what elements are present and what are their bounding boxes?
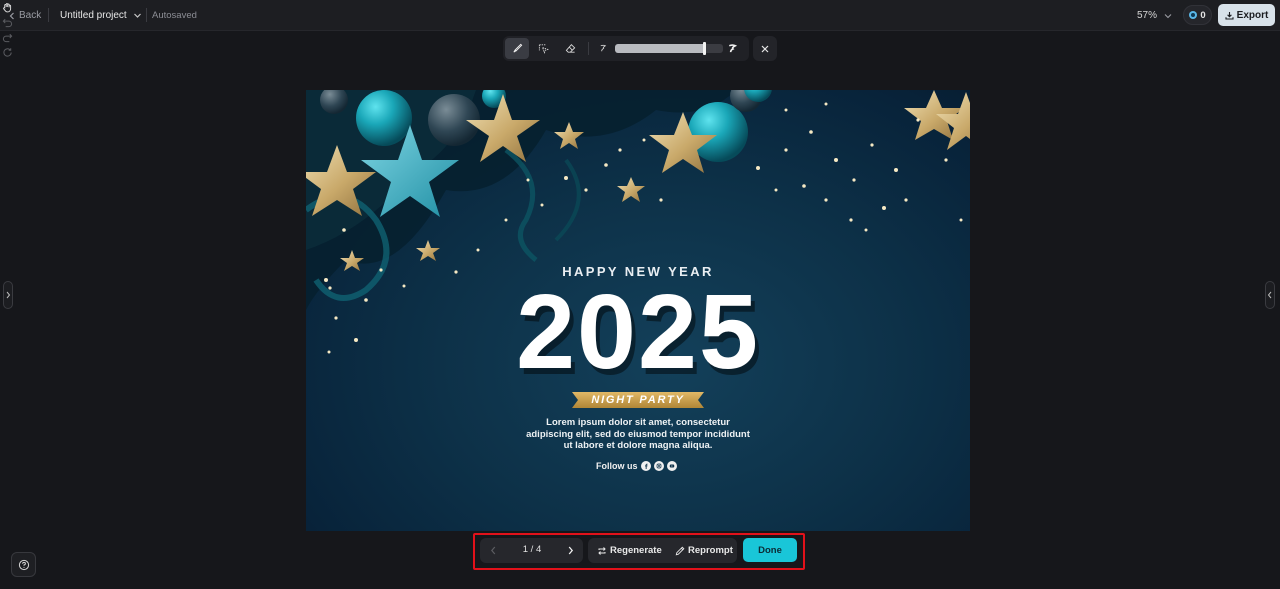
chevron-down-icon [133,13,141,18]
instagram-icon [653,461,664,471]
page-indicator: 1 / 4 [522,544,542,555]
body-line: Lorem ipsum dolor sit amet, consectetur [546,417,730,428]
refresh-icon [3,48,12,57]
brush-size-large-icon-wrap [720,38,744,59]
select-brush-icon [538,44,549,54]
divider [146,8,147,22]
divider [588,42,589,55]
brush-toolbar [503,36,749,61]
redo-icon [2,33,13,43]
canvas-image[interactable]: HAPPY NEW YEAR 2025 NIGHT PARTY Lorem ip… [306,90,970,531]
help-button[interactable] [11,552,36,577]
follow-us-row: Follow us [596,460,677,472]
top-bar: Back Untitled project Autosaved 57% 0 Ex… [0,0,1280,57]
pencil-icon [675,546,685,555]
next-variant-button[interactable] [564,544,577,557]
chevron-left-icon [9,12,14,19]
refresh-button[interactable] [0,45,15,60]
brush-icon [512,43,522,53]
save-status: Autosaved [152,10,197,21]
download-icon [1225,11,1234,20]
night-party-ribbon: NIGHT PARTY [572,392,704,408]
credits-count: 0 [1200,9,1206,21]
zoom-level: 57% [1137,10,1158,21]
export-button[interactable]: Export [1218,4,1275,26]
ribbon-label: NIGHT PARTY [591,394,685,406]
export-label: Export [1236,9,1269,21]
credit-coin-icon [1189,11,1198,19]
chevron-down-icon [1164,13,1172,18]
credits-badge[interactable]: 0 [1183,5,1212,25]
brush-tool-button[interactable] [505,38,529,59]
facebook-icon [640,461,651,471]
project-name-dropdown[interactable]: Untitled project [60,0,142,31]
back-label: Back [19,10,42,21]
brush-size-small-icon-wrap [591,38,615,59]
chevron-right-icon [6,291,11,299]
body-text: Lorem ipsum dolor sit amet, consectetur … [506,417,770,452]
redo-button[interactable] [0,30,15,45]
close-icon [761,45,769,52]
variant-actions: Regenerate Reprompt [588,538,737,563]
back-button[interactable]: Back [8,0,41,31]
project-name: Untitled project [60,10,127,21]
zoom-dropdown[interactable]: 57% [1137,0,1172,31]
left-panel-toggle[interactable] [3,281,13,309]
reprompt-button[interactable]: Reprompt [675,538,733,563]
divider [48,8,49,22]
question-circle-icon [18,559,29,570]
regenerate-label: Regenerate [610,545,662,556]
right-panel-toggle[interactable] [1265,281,1275,309]
eraser-tool-button[interactable] [558,38,582,59]
chevron-left-icon [1267,291,1272,299]
body-line: ut labore et dolore magna aliqua. [563,440,713,451]
close-brush-toolbar-button[interactable] [753,36,777,61]
select-brush-tool-button[interactable] [531,38,555,59]
slider-thumb[interactable] [702,42,706,55]
variant-pager: 1 / 4 [480,538,583,563]
body-line: adipiscing elit, sed do eiusmod tempor i… [526,428,750,440]
brush-size-slider[interactable] [615,44,723,53]
brush-size-small-icon [600,44,606,52]
chevron-right-icon [568,546,574,555]
year-title: 2025 [516,273,760,391]
reprompt-label: Reprompt [688,545,733,556]
brush-size-large-icon [728,44,737,53]
regenerate-icon [598,546,606,555]
slider-fill [615,44,704,53]
previous-variant-button[interactable] [487,544,500,557]
chevron-left-icon [491,546,496,555]
regenerate-button[interactable]: Regenerate [597,538,662,563]
eraser-icon [565,43,575,53]
follow-label: Follow us [596,461,638,471]
youtube-icon [666,461,677,471]
done-button[interactable]: Done [743,538,797,562]
